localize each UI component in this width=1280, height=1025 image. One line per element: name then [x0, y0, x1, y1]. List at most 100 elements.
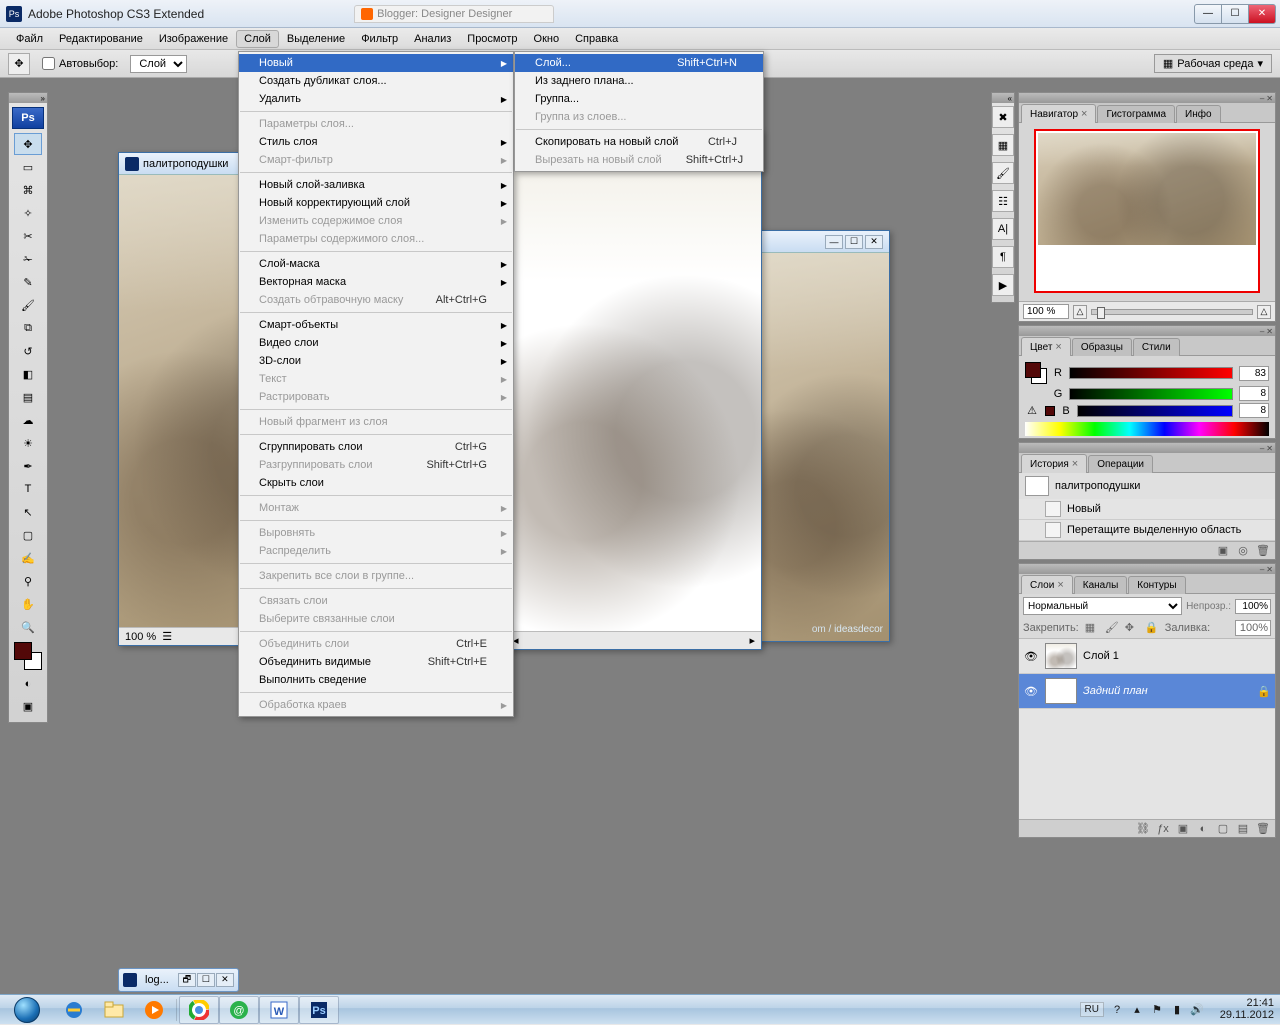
navigator-thumbnail[interactable] [1034, 129, 1260, 293]
tab-история[interactable]: История× [1021, 454, 1087, 473]
min-doc-close-icon[interactable]: ✕ [216, 973, 234, 987]
type-tool[interactable]: T [14, 478, 42, 500]
minimized-document[interactable]: log... 🗗☐✕ [118, 968, 239, 992]
warn-swatch[interactable] [1045, 406, 1055, 416]
color-swatches[interactable] [14, 642, 42, 670]
tab-навигатор[interactable]: Навигатор× [1021, 104, 1096, 123]
tab-каналы[interactable]: Каналы [1074, 576, 1128, 594]
blend-mode-select[interactable]: Нормальный [1023, 597, 1182, 615]
lock-trans-icon[interactable]: ▦ [1085, 621, 1099, 635]
slice-tool[interactable]: ✁ [14, 248, 42, 270]
lock-all-icon[interactable]: 🔒 [1145, 621, 1159, 635]
lasso-tool[interactable]: ⌘ [14, 179, 42, 201]
tb-media[interactable] [134, 996, 174, 1024]
character-panel-icon[interactable]: A| [992, 218, 1014, 240]
new-layer-icon[interactable]: ▤ [1235, 822, 1251, 836]
path-select-tool[interactable]: ↖ [14, 501, 42, 523]
document-window-2[interactable]: ◂▸ [506, 130, 762, 650]
doc-min-icon[interactable]: — [825, 235, 843, 249]
layer-name[interactable]: Задний план [1083, 685, 1251, 697]
menu-анализ[interactable]: Анализ [406, 30, 459, 48]
layer-name[interactable]: Слой 1 [1083, 650, 1251, 662]
doc3-titlebar[interactable]: —☐✕ [751, 231, 889, 253]
delete-state-icon[interactable]: 🗑 [1255, 544, 1271, 558]
panel-head[interactable]: –✕ [1019, 326, 1275, 336]
brush-tool[interactable]: 🖌 [14, 294, 42, 316]
adjustment-layer-icon[interactable]: ◐ [1195, 822, 1211, 836]
fg-swatch[interactable] [14, 642, 32, 660]
move-tool-icon[interactable]: ✥ [8, 53, 30, 75]
dodge-tool[interactable]: ☀ [14, 432, 42, 454]
menuitem[interactable]: Скопировать на новый слойCtrl+J [515, 133, 763, 151]
opacity-value[interactable]: 100% [1235, 599, 1271, 614]
r-value[interactable]: 83 [1239, 366, 1269, 381]
maximize-button[interactable]: ☐ [1221, 4, 1249, 24]
menuitem[interactable]: 3D-слои [239, 352, 513, 370]
menu-изображение[interactable]: Изображение [151, 30, 236, 48]
menuitem[interactable]: Стиль слоя [239, 133, 513, 151]
link-layers-icon[interactable]: ⛓ [1135, 822, 1151, 836]
crop-tool[interactable]: ✂ [14, 225, 42, 247]
tb-explorer[interactable] [94, 996, 134, 1024]
tab-стили[interactable]: Стили [1133, 338, 1180, 356]
menuitem[interactable]: Группа... [515, 90, 763, 108]
menuitem[interactable]: Новый слой-заливка [239, 176, 513, 194]
menuitem[interactable]: Новый [239, 54, 513, 72]
delete-layer-icon[interactable]: 🗑 [1255, 822, 1271, 836]
layer-row[interactable]: 👁Задний план🔒 [1019, 674, 1275, 709]
menu-просмотр[interactable]: Просмотр [459, 30, 525, 48]
color-spectrum[interactable] [1025, 422, 1269, 436]
menuitem[interactable]: Сгруппировать слоиCtrl+G [239, 438, 513, 456]
fill-value[interactable]: 100% [1235, 620, 1271, 636]
menuitem[interactable]: Видео слои [239, 334, 513, 352]
lock-pos-icon[interactable]: ✥ [1125, 621, 1139, 635]
history-brush-tool[interactable]: ↺ [14, 340, 42, 362]
minimize-button[interactable]: — [1194, 4, 1222, 24]
menuitem[interactable]: Создать дубликат слоя... [239, 72, 513, 90]
min-doc-max-icon[interactable]: ☐ [197, 973, 215, 987]
menu-редактирование[interactable]: Редактирование [51, 30, 151, 48]
magic-wand-tool[interactable]: ✧ [14, 202, 42, 224]
r-slider[interactable] [1069, 367, 1233, 379]
tb-word[interactable]: W [259, 996, 299, 1024]
tab-инфо[interactable]: Инфо [1176, 105, 1221, 123]
doc-max-icon[interactable]: ☐ [845, 235, 863, 249]
fg-color-swatch[interactable] [1025, 362, 1041, 378]
menu-окно[interactable]: Окно [526, 30, 568, 48]
menuitem[interactable]: Векторная маска [239, 273, 513, 291]
tray-collapse-icon[interactable]: ▴ [1130, 1003, 1144, 1017]
history-snapshot[interactable]: палитроподушки [1019, 473, 1275, 499]
g-slider[interactable] [1069, 388, 1233, 400]
workspace-switcher[interactable]: ▦ Рабочая среда ▾ [1154, 54, 1272, 73]
taskbar-clock[interactable]: 21:41 29.11.2012 [1210, 998, 1274, 1021]
lock-paint-icon[interactable]: 🖌 [1105, 621, 1119, 635]
clone-panel-icon[interactable]: ▦ [992, 134, 1014, 156]
b-value[interactable]: 8 [1239, 403, 1269, 418]
tb-chrome[interactable] [179, 996, 219, 1024]
tool-presets-icon[interactable]: 🖌 [992, 162, 1014, 184]
healing-brush-tool[interactable]: ✎ [14, 271, 42, 293]
input-language[interactable]: RU [1080, 1002, 1104, 1017]
layer-style-icon[interactable]: ƒx [1155, 822, 1171, 836]
menu-файл[interactable]: Файл [8, 30, 51, 48]
shape-tool[interactable]: ▢ [14, 524, 42, 546]
strip-grip[interactable]: « [992, 93, 1014, 103]
menuitem[interactable]: Выполнить сведение [239, 671, 513, 689]
doc3-canvas[interactable]: om / ideasdecor [751, 253, 889, 641]
tb-photoshop[interactable]: Ps [299, 996, 339, 1024]
eyedropper-tool[interactable]: ⚲ [14, 570, 42, 592]
b-slider[interactable] [1077, 405, 1233, 417]
document-window-3[interactable]: —☐✕ om / ideasdecor [750, 230, 890, 642]
layer-thumb[interactable] [1045, 678, 1077, 704]
new-group-icon[interactable]: ▢ [1215, 822, 1231, 836]
tab-гистограмма[interactable]: Гистограмма [1097, 105, 1175, 123]
tray-help-icon[interactable]: ? [1110, 1003, 1124, 1017]
menuitem[interactable]: Объединить видимыеShift+Ctrl+E [239, 653, 513, 671]
tab-образцы[interactable]: Образцы [1072, 338, 1132, 356]
menuitem[interactable]: Смарт-объекты [239, 316, 513, 334]
tray-network-icon[interactable]: ▮ [1170, 1003, 1184, 1017]
tab-цвет[interactable]: Цвет× [1021, 337, 1071, 356]
menu-фильтр[interactable]: Фильтр [353, 30, 406, 48]
visibility-icon[interactable]: 👁 [1023, 650, 1039, 663]
g-value[interactable]: 8 [1239, 386, 1269, 401]
